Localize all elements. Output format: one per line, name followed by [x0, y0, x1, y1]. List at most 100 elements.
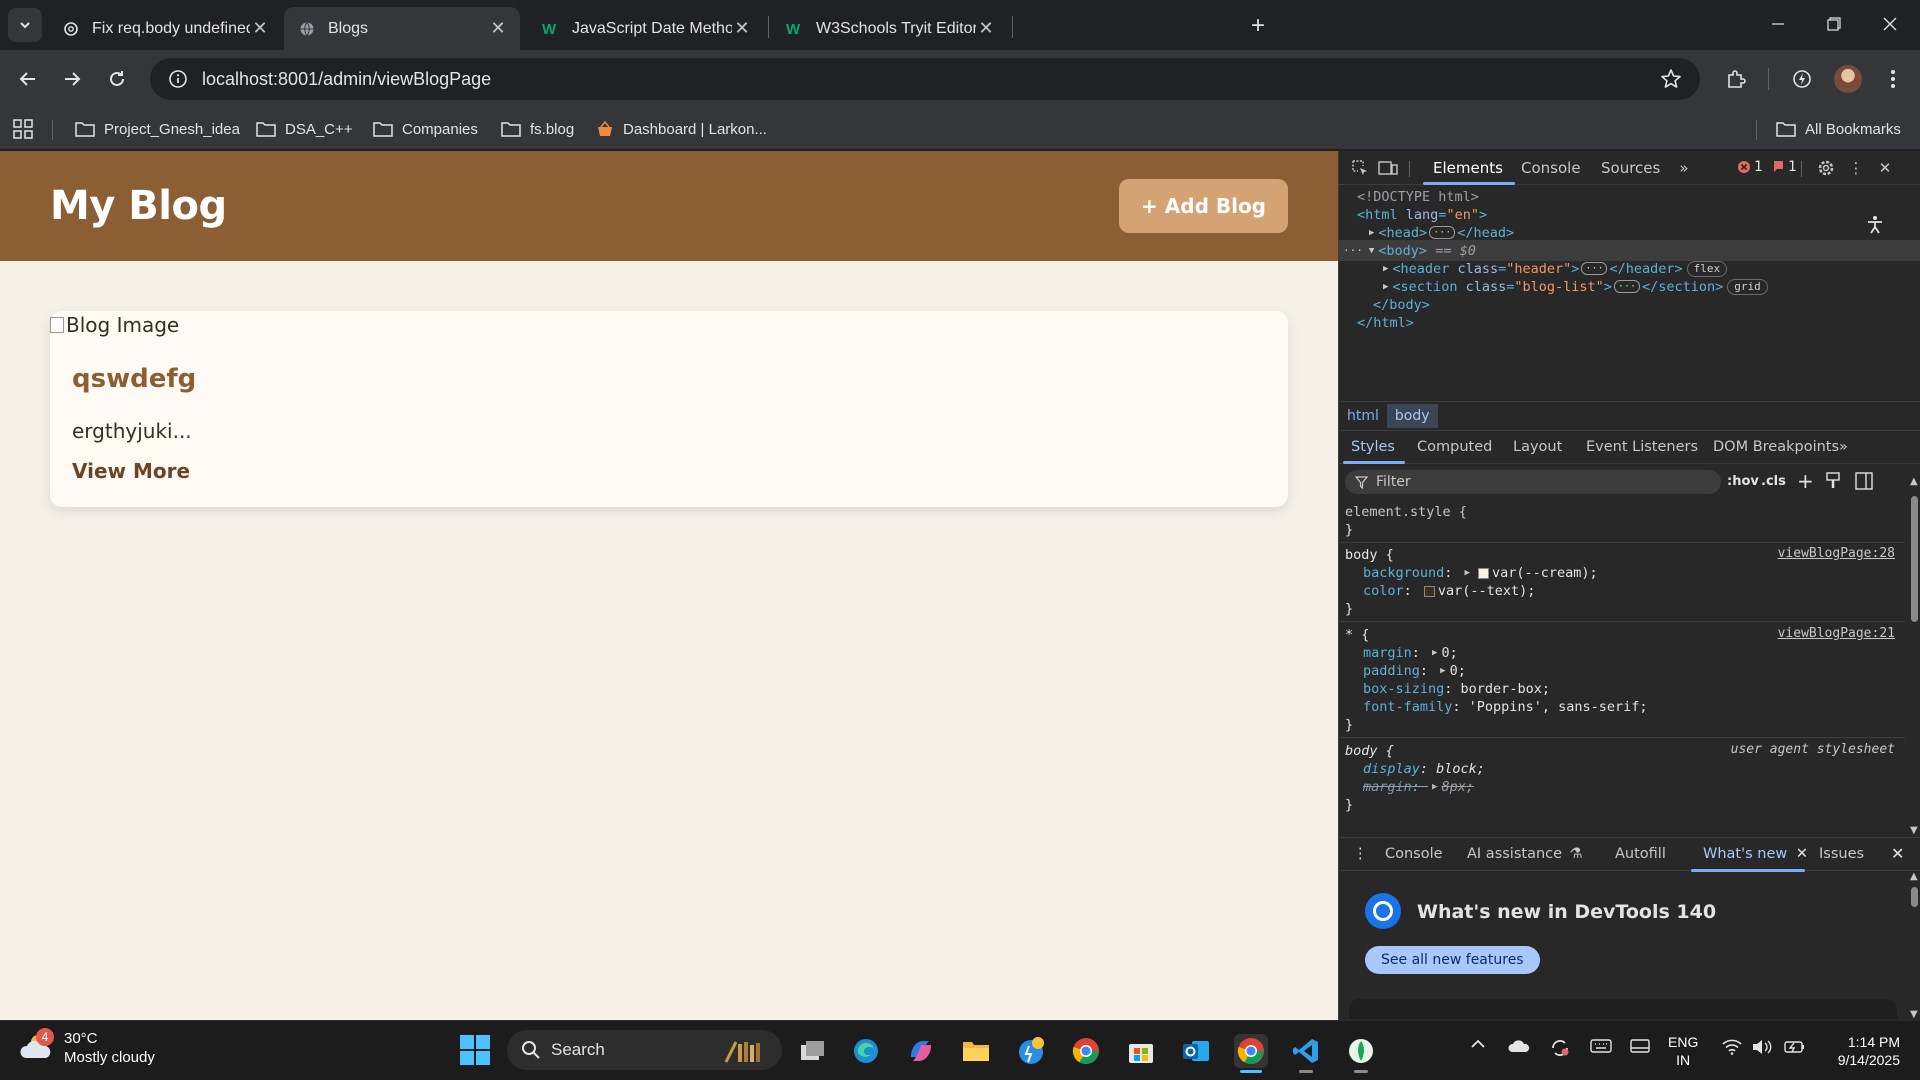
devtools-menu-icon[interactable]: ⋮ — [1845, 157, 1867, 179]
bookmark-folder-dsa-cpp[interactable]: DSA_C++ — [256, 116, 353, 142]
mongodb-compass-icon[interactable] — [1344, 1034, 1378, 1073]
more-tabs-icon[interactable]: » — [1839, 439, 1848, 455]
taskbar-search[interactable]: Search — [507, 1030, 782, 1070]
sidebar-toggle-icon[interactable] — [1855, 472, 1873, 494]
expand-triangle-icon[interactable]: ▶ — [1369, 228, 1374, 238]
weather-widget[interactable]: 4 30°C Mostly cloudy — [18, 1028, 155, 1067]
address-bar[interactable]: localhost:8001/admin/viewBlogPage — [150, 58, 1700, 100]
bookmark-folder-companies[interactable]: Companies — [373, 116, 478, 142]
issue-count-badge[interactable]: 1 — [1771, 159, 1797, 175]
expand-triangle-icon[interactable]: ▶ — [1383, 264, 1388, 274]
style-property[interactable]: margin: ▶ 0; — [1363, 644, 1458, 662]
style-property[interactable]: font-family: 'Poppins', sans-serif; — [1363, 698, 1647, 716]
onedrive-icon[interactable] — [1508, 1039, 1530, 1053]
tab-layout[interactable]: Layout — [1513, 439, 1562, 455]
close-icon[interactable]: ✕ — [488, 18, 508, 39]
styles-scrollbar[interactable]: ▲ ▼ — [1909, 476, 1919, 836]
copilot-icon[interactable] — [904, 1034, 938, 1068]
scroll-down-icon[interactable]: ▼ — [1910, 1009, 1918, 1020]
paint-brush-icon[interactable] — [1825, 472, 1841, 494]
style-property[interactable]: color: var(--text); — [1363, 582, 1535, 600]
chrome-active-icon[interactable] — [1234, 1034, 1268, 1073]
accessibility-icon[interactable] — [1865, 215, 1885, 239]
close-icon[interactable]: ✕ — [250, 18, 270, 39]
tab-event-listeners[interactable]: Event Listeners — [1586, 439, 1698, 455]
close-devtools-icon[interactable]: ✕ — [1874, 157, 1896, 179]
tab-js-date-methods[interactable]: W JavaScript Date Methods ✕ — [528, 7, 764, 50]
rule-selector-body-ua[interactable]: body { — [1345, 742, 1394, 760]
dom-section[interactable]: ▶ <section class = "blog-list" > ··· </section… — [1379, 276, 1768, 297]
weather-app-icon[interactable] — [1014, 1034, 1048, 1068]
style-property[interactable]: background: ▶ var(--cream); — [1363, 564, 1598, 582]
chrome-menu-button[interactable] — [1878, 64, 1908, 94]
filter-input[interactable]: Filter — [1345, 470, 1721, 494]
bookmark-dashboard-larkon[interactable]: Dashboard | Larkon... — [596, 116, 767, 142]
profile-avatar[interactable] — [1834, 65, 1862, 93]
restore-button[interactable] — [1806, 0, 1862, 48]
tab-dom-breakpoints[interactable]: DOM Breakpoints — [1713, 439, 1839, 455]
tab-fix-req-body[interactable]: Fix req.body undefined ✕ — [48, 7, 282, 50]
cls-toggle[interactable]: .cls — [1761, 474, 1786, 489]
back-button[interactable] — [13, 64, 43, 94]
start-button[interactable] — [460, 1035, 490, 1065]
drawer-scrollbar[interactable]: ▲ ▼ — [1909, 871, 1919, 1020]
language-indicator[interactable]: ENG IN — [1668, 1033, 1698, 1069]
color-swatch[interactable] — [1477, 567, 1489, 579]
more-actions-icon[interactable]: ··· — [1343, 244, 1363, 257]
display-icon[interactable] — [1630, 1039, 1650, 1055]
forward-button[interactable] — [57, 64, 87, 94]
scroll-up-icon[interactable]: ▲ — [1910, 871, 1918, 882]
reload-button[interactable] — [102, 64, 132, 94]
close-icon[interactable]: ✕ — [732, 18, 752, 39]
dom-html-close[interactable]: </html> — [1357, 312, 1414, 333]
rule-source-link[interactable]: viewBlogPage:28 — [1778, 546, 1895, 564]
tab-blogs[interactable]: Blogs ✕ — [284, 7, 520, 50]
hov-toggle[interactable]: :hov — [1727, 474, 1759, 489]
wifi-icon[interactable] — [1722, 1039, 1742, 1055]
new-style-rule-icon[interactable]: + — [1797, 469, 1814, 493]
flex-badge[interactable]: flex — [1686, 260, 1728, 277]
drawer-tab-ai-assistance[interactable]: AI assistance ⚗ — [1467, 846, 1583, 862]
rule-selector-universal[interactable]: * { — [1345, 626, 1369, 644]
drawer-tab-whats-new[interactable]: What's new ✕ — [1703, 846, 1808, 862]
expand-triangle-icon[interactable]: ▶ — [1383, 282, 1388, 292]
error-count-badge[interactable]: 1 — [1737, 159, 1763, 175]
tab-console[interactable]: Console — [1521, 159, 1581, 177]
close-icon[interactable]: ✕ — [1796, 846, 1808, 862]
site-info-icon[interactable] — [160, 69, 196, 89]
tab-styles[interactable]: Styles — [1351, 439, 1395, 455]
bookmark-star-icon[interactable] — [1660, 68, 1682, 95]
close-icon[interactable]: ✕ — [976, 18, 996, 39]
apps-button[interactable] — [13, 116, 33, 142]
minimize-button[interactable] — [1750, 0, 1806, 48]
tab-w3schools-tryit[interactable]: W W3Schools Tryit Editor ✕ — [772, 7, 1008, 50]
edge-icon[interactable] — [849, 1034, 883, 1068]
close-drawer-icon[interactable]: ✕ — [1891, 844, 1904, 863]
new-tab-button[interactable]: + — [1244, 12, 1272, 40]
rule-source-link[interactable]: viewBlogPage:21 — [1778, 626, 1895, 644]
see-all-features-button[interactable]: See all new features — [1365, 946, 1540, 974]
chrome-icon[interactable] — [1069, 1034, 1103, 1068]
vscode-icon[interactable] — [1289, 1034, 1323, 1073]
style-property[interactable]: padding: ▶ 0; — [1363, 662, 1466, 680]
scroll-up-icon[interactable]: ▲ — [1910, 476, 1918, 487]
more-tabs-icon[interactable]: » — [1673, 157, 1695, 179]
drawer-menu-icon[interactable]: ⋮ — [1353, 846, 1368, 862]
close-window-button[interactable] — [1862, 0, 1918, 48]
collapse-triangle-icon[interactable]: ▼ — [1369, 246, 1374, 256]
sync-icon[interactable] — [1550, 1039, 1570, 1057]
task-view-icon[interactable] — [796, 1034, 830, 1068]
add-blog-button[interactable]: + Add Blog — [1119, 179, 1288, 233]
system-clock[interactable]: 1:14 PM 9/14/2025 — [1820, 1033, 1900, 1069]
scroll-thumb[interactable] — [1911, 887, 1918, 907]
tab-elements[interactable]: Elements — [1433, 159, 1503, 177]
tab-computed[interactable]: Computed — [1417, 439, 1492, 455]
expand-triangle-icon[interactable]: ▶ — [1432, 648, 1437, 658]
device-toolbar-icon[interactable] — [1377, 157, 1399, 179]
keyboard-icon[interactable] — [1590, 1039, 1612, 1053]
tab-search-button[interactable] — [8, 8, 42, 42]
drawer-tab-autofill[interactable]: Autofill — [1615, 846, 1666, 862]
scroll-thumb[interactable] — [1911, 496, 1918, 622]
extensions-button[interactable] — [1721, 64, 1751, 94]
ellipsis-icon[interactable]: ··· — [1613, 280, 1640, 293]
